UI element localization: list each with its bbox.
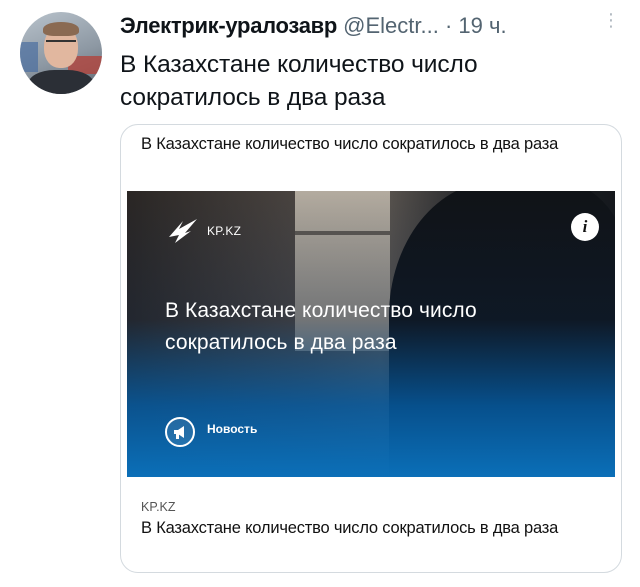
kp-kz-logo-icon	[169, 219, 197, 243]
tweet-header: Электрик-уралозавр @Electr... · 19 ч. ⋮	[120, 11, 620, 41]
megaphone-icon	[165, 417, 195, 447]
author-display-name[interactable]: Электрик-уралозавр	[120, 13, 337, 38]
tweet-text: В Казахстане количество число сократилос…	[120, 51, 478, 111]
author-handle[interactable]: @Electr...	[343, 13, 439, 38]
more-options-icon[interactable]: ⋮	[602, 11, 620, 29]
image-headline: В Казахстане количество число сократилос…	[165, 299, 477, 354]
info-icon[interactable]: i	[571, 213, 599, 241]
header-separator: ·	[444, 13, 453, 38]
card-domain: KP.KZ	[141, 500, 176, 514]
image-badge-label: Новость	[207, 422, 258, 436]
avatar[interactable]	[20, 12, 102, 94]
card-top-title: В Казахстане количество число сократилос…	[141, 135, 559, 153]
link-preview-card[interactable]: В Казахстане количество число сократилос…	[120, 124, 622, 573]
avatar-hair	[43, 22, 79, 36]
image-source-label: KP.KZ	[207, 224, 242, 238]
tweet-timestamp[interactable]: 19 ч.	[458, 13, 506, 38]
card-bottom-title: В Казахстане количество число сократилос…	[141, 519, 559, 537]
card-image[interactable]: KP.KZ i В Казахстане количество число со…	[127, 191, 615, 477]
avatar-shirt	[28, 70, 94, 94]
avatar-glasses	[46, 40, 76, 50]
avatar-background	[20, 42, 38, 72]
